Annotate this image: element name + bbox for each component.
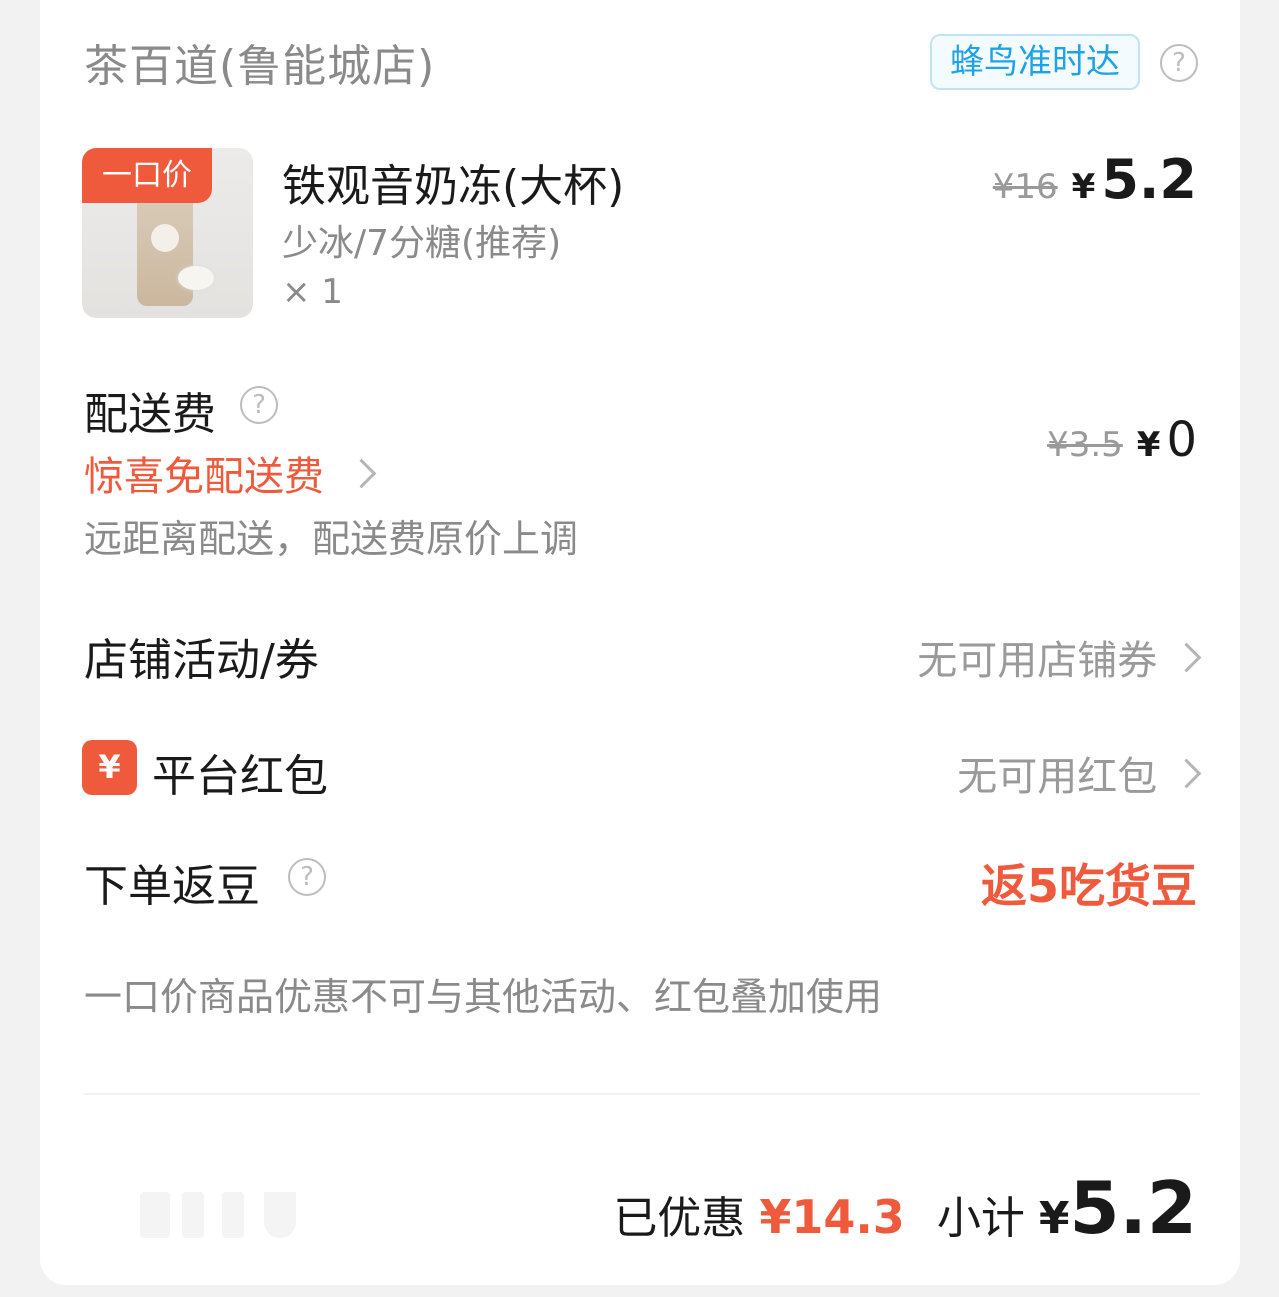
placeholder-mark bbox=[264, 1192, 296, 1238]
chevron-right-icon bbox=[1171, 758, 1202, 789]
product-price: ¥16 ¥5.2 bbox=[993, 148, 1197, 211]
currency-symbol: ¥ bbox=[1136, 425, 1161, 465]
delivery-help-icon[interactable]: ? bbox=[240, 386, 278, 424]
subtotal-label: 小计 bbox=[936, 1193, 1025, 1244]
beans-help-icon[interactable]: ? bbox=[288, 858, 326, 896]
red-packet-value: 无可用红包 bbox=[957, 754, 1158, 800]
delivery-fee: 0 bbox=[1166, 412, 1197, 468]
placeholder-mark bbox=[222, 1192, 244, 1238]
original-delivery-fee: ¥3.5 bbox=[1047, 425, 1123, 465]
product-name[interactable]: 铁观音奶冻(大杯) bbox=[282, 150, 624, 214]
discount-label: 已优惠 bbox=[613, 1193, 746, 1244]
rule-note: 一口价商品优惠不可与其他活动、红包叠加使用 bbox=[84, 975, 883, 1019]
placeholder-mark bbox=[140, 1192, 170, 1238]
divider bbox=[84, 1093, 1200, 1095]
delivery-note: 远距离配送，配送费原价上调 bbox=[84, 517, 579, 561]
beans-value: 返5吃货豆 bbox=[980, 859, 1197, 913]
shop-coupon-selector[interactable]: 无可用店铺券 bbox=[917, 628, 1202, 686]
product-image[interactable]: 一口价 bbox=[82, 148, 253, 318]
ice-graphic bbox=[178, 266, 214, 290]
fixed-price-tag: 一口价 bbox=[82, 148, 212, 203]
beans-title: 下单返豆 bbox=[84, 861, 260, 912]
original-price: ¥16 bbox=[992, 167, 1058, 207]
delivery-promo-link[interactable]: 惊喜免配送费 bbox=[84, 444, 377, 502]
delivery-fee-title: 配送费 bbox=[84, 389, 216, 440]
red-packet-icon: ¥ bbox=[82, 740, 137, 795]
help-icon[interactable]: ? bbox=[1160, 44, 1198, 82]
shop-name[interactable]: 茶百道(鲁能城店) bbox=[84, 30, 435, 94]
chevron-right-icon bbox=[346, 458, 377, 489]
currency-symbol: ¥ bbox=[1071, 167, 1096, 207]
shop-coupon-title: 店铺活动/券 bbox=[84, 635, 319, 686]
red-packet-selector[interactable]: 无可用红包 bbox=[957, 744, 1202, 802]
red-packet-title: 平台红包 bbox=[152, 751, 328, 802]
cup-graphic bbox=[137, 196, 193, 306]
chevron-right-icon bbox=[1171, 642, 1202, 673]
order-summary: 已优惠 ¥14.3 小计 ¥ 5.2 bbox=[613, 1166, 1197, 1250]
delivery-badge: 蜂鸟准时达 bbox=[930, 34, 1140, 90]
shop-coupon-value: 无可用店铺券 bbox=[917, 638, 1158, 684]
discount-value: ¥14.3 bbox=[759, 1190, 905, 1244]
placeholder-mark bbox=[182, 1192, 204, 1238]
delivery-fee-price: ¥3.5 ¥0 bbox=[1047, 412, 1197, 468]
product-spec: 少冰/7分糖(推荐) bbox=[282, 223, 562, 264]
subtotal-value: 5.2 bbox=[1069, 1166, 1197, 1250]
product-quantity: × 1 bbox=[282, 272, 343, 312]
current-price: 5.2 bbox=[1101, 148, 1197, 211]
currency-symbol: ¥ bbox=[1038, 1193, 1070, 1244]
delivery-promo-label: 惊喜免配送费 bbox=[84, 454, 324, 500]
